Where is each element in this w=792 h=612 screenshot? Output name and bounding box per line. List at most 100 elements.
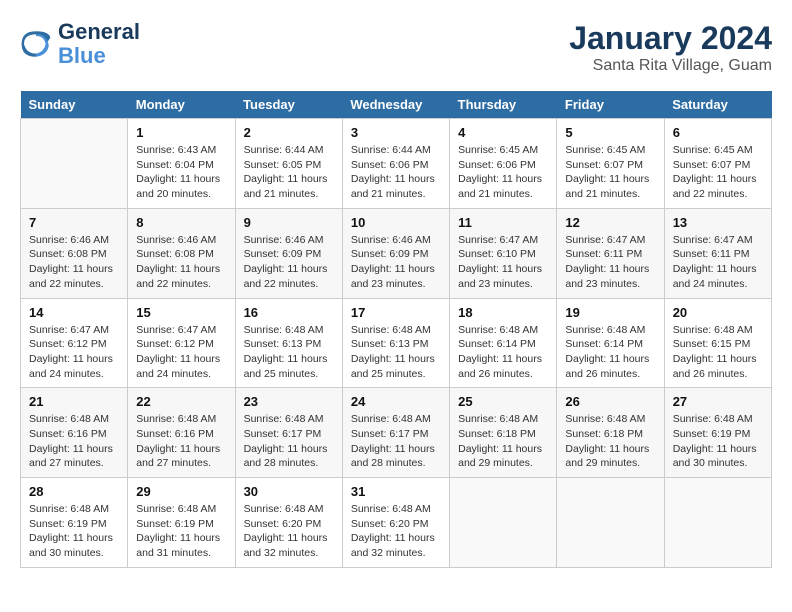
header-saturday: Saturday <box>664 91 771 119</box>
week-row-1: 7Sunrise: 6:46 AM Sunset: 6:08 PM Daylig… <box>21 208 772 298</box>
day-number: 8 <box>136 215 226 230</box>
calendar-cell <box>450 478 557 568</box>
calendar-cell <box>557 478 664 568</box>
week-row-2: 14 Sunrise: 6:47 AM Sunset: 6:12 PM Dayli… <box>21 298 772 388</box>
calendar-cell: 16 Sunrise: 6:48 AM Sunset: 6:13 PM Dayli… <box>235 298 342 388</box>
calendar-cell: 5Sunrise: 6:45 AM Sunset: 6:07 PM Daylig… <box>557 119 664 209</box>
calendar-cell: 28 Sunrise: 6:48 AM Sunset: 6:19 PM Dayli… <box>21 478 128 568</box>
calendar-cell: 27Sunrise: 6:48 AM Sunset: 6:19 PM Dayli… <box>664 388 771 478</box>
calendar-cell: 30 Sunrise: 6:48 AM Sunset: 6:20 PM Dayli… <box>235 478 342 568</box>
day-info: Sunrise: 6:48 AM Sunset: 6:16 PM Dayligh… <box>136 412 226 471</box>
calendar-cell: 17 Sunrise: 6:48 AM Sunset: 6:13 PM Dayli… <box>342 298 449 388</box>
day-number: 21 <box>29 394 119 409</box>
logo-text: General Blue <box>58 20 140 68</box>
day-info: Sunrise: 6:47 AM Sunset: 6:11 PM Dayligh… <box>673 233 763 292</box>
day-info: Sunrise: 6:44 AM Sunset: 6:05 PM Dayligh… <box>244 143 334 202</box>
day-number: 5 <box>565 125 655 140</box>
header-friday: Friday <box>557 91 664 119</box>
calendar-cell: 20 Sunrise: 6:48 AM Sunset: 6:15 PM Dayli… <box>664 298 771 388</box>
week-row-3: 21 Sunrise: 6:48 AM Sunset: 6:16 PM Dayli… <box>21 388 772 478</box>
day-number: 24 <box>351 394 441 409</box>
header-thursday: Thursday <box>450 91 557 119</box>
calendar-cell: 19Sunrise: 6:48 AM Sunset: 6:14 PM Dayli… <box>557 298 664 388</box>
calendar-cell: 7Sunrise: 6:46 AM Sunset: 6:08 PM Daylig… <box>21 208 128 298</box>
calendar-cell <box>664 478 771 568</box>
day-number: 26 <box>565 394 655 409</box>
day-number: 15 <box>136 305 226 320</box>
day-number: 12 <box>565 215 655 230</box>
calendar-cell: 8 Sunrise: 6:46 AM Sunset: 6:08 PM Daylig… <box>128 208 235 298</box>
calendar-cell: 21 Sunrise: 6:48 AM Sunset: 6:16 PM Dayli… <box>21 388 128 478</box>
day-info: Sunrise: 6:48 AM Sunset: 6:18 PM Dayligh… <box>565 412 655 471</box>
calendar-cell: 22Sunrise: 6:48 AM Sunset: 6:16 PM Dayli… <box>128 388 235 478</box>
day-info: Sunrise: 6:47 AM Sunset: 6:11 PM Dayligh… <box>565 233 655 292</box>
day-number: 27 <box>673 394 763 409</box>
calendar-cell: 26 Sunrise: 6:48 AM Sunset: 6:18 PM Dayli… <box>557 388 664 478</box>
calendar-cell: 12 Sunrise: 6:47 AM Sunset: 6:11 PM Dayli… <box>557 208 664 298</box>
day-info: Sunrise: 6:48 AM Sunset: 6:19 PM Dayligh… <box>29 502 119 561</box>
day-number: 18 <box>458 305 548 320</box>
day-number: 16 <box>244 305 334 320</box>
day-info: Sunrise: 6:48 AM Sunset: 6:20 PM Dayligh… <box>351 502 441 561</box>
day-info: Sunrise: 6:48 AM Sunset: 6:14 PM Dayligh… <box>458 323 548 382</box>
day-info: Sunrise: 6:46 AM Sunset: 6:08 PM Dayligh… <box>29 233 119 292</box>
day-number: 9 <box>244 215 334 230</box>
day-number: 14 <box>29 305 119 320</box>
day-info: Sunrise: 6:48 AM Sunset: 6:16 PM Dayligh… <box>29 412 119 471</box>
day-info: Sunrise: 6:47 AM Sunset: 6:12 PM Dayligh… <box>29 323 119 382</box>
day-info: Sunrise: 6:47 AM Sunset: 6:10 PM Dayligh… <box>458 233 548 292</box>
calendar-cell: 13Sunrise: 6:47 AM Sunset: 6:11 PM Dayli… <box>664 208 771 298</box>
calendar-subtitle: Santa Rita Village, Guam <box>569 57 772 75</box>
day-number: 30 <box>244 484 334 499</box>
calendar-cell: 3 Sunrise: 6:44 AM Sunset: 6:06 PM Daylig… <box>342 119 449 209</box>
logo-icon <box>20 28 52 60</box>
day-info: Sunrise: 6:48 AM Sunset: 6:15 PM Dayligh… <box>673 323 763 382</box>
day-info: Sunrise: 6:46 AM Sunset: 6:09 PM Dayligh… <box>351 233 441 292</box>
day-info: Sunrise: 6:48 AM Sunset: 6:19 PM Dayligh… <box>136 502 226 561</box>
day-number: 3 <box>351 125 441 140</box>
day-number: 31 <box>351 484 441 499</box>
calendar-cell: 25Sunrise: 6:48 AM Sunset: 6:18 PM Dayli… <box>450 388 557 478</box>
calendar-cell: 14 Sunrise: 6:47 AM Sunset: 6:12 PM Dayli… <box>21 298 128 388</box>
calendar-cell: 18 Sunrise: 6:48 AM Sunset: 6:14 PM Dayli… <box>450 298 557 388</box>
day-info: Sunrise: 6:47 AM Sunset: 6:12 PM Dayligh… <box>136 323 226 382</box>
calendar-title: January 2024 <box>569 20 772 57</box>
day-info: Sunrise: 6:48 AM Sunset: 6:13 PM Dayligh… <box>351 323 441 382</box>
day-info: Sunrise: 6:48 AM Sunset: 6:13 PM Dayligh… <box>244 323 334 382</box>
calendar-cell: 1 Sunrise: 6:43 AM Sunset: 6:04 PM Daylig… <box>128 119 235 209</box>
calendar-cell: 15 Sunrise: 6:47 AM Sunset: 6:12 PM Dayli… <box>128 298 235 388</box>
logo: General Blue <box>20 20 140 68</box>
day-info: Sunrise: 6:46 AM Sunset: 6:08 PM Dayligh… <box>136 233 226 292</box>
day-number: 28 <box>29 484 119 499</box>
day-info: Sunrise: 6:48 AM Sunset: 6:17 PM Dayligh… <box>244 412 334 471</box>
day-number: 23 <box>244 394 334 409</box>
day-info: Sunrise: 6:45 AM Sunset: 6:06 PM Dayligh… <box>458 143 548 202</box>
day-info: Sunrise: 6:48 AM Sunset: 6:14 PM Dayligh… <box>565 323 655 382</box>
day-info: Sunrise: 6:48 AM Sunset: 6:17 PM Dayligh… <box>351 412 441 471</box>
day-number: 1 <box>136 125 226 140</box>
week-row-0: 1 Sunrise: 6:43 AM Sunset: 6:04 PM Daylig… <box>21 119 772 209</box>
calendar-cell: 11 Sunrise: 6:47 AM Sunset: 6:10 PM Dayli… <box>450 208 557 298</box>
day-number: 25 <box>458 394 548 409</box>
calendar-cell: 2 Sunrise: 6:44 AM Sunset: 6:05 PM Daylig… <box>235 119 342 209</box>
calendar-cell: 31 Sunrise: 6:48 AM Sunset: 6:20 PM Dayli… <box>342 478 449 568</box>
calendar-cell <box>21 119 128 209</box>
calendar-cell: 29Sunrise: 6:48 AM Sunset: 6:19 PM Dayli… <box>128 478 235 568</box>
day-info: Sunrise: 6:43 AM Sunset: 6:04 PM Dayligh… <box>136 143 226 202</box>
calendar-cell: 24 Sunrise: 6:48 AM Sunset: 6:17 PM Dayli… <box>342 388 449 478</box>
header-wednesday: Wednesday <box>342 91 449 119</box>
calendar-cell: 4 Sunrise: 6:45 AM Sunset: 6:06 PM Daylig… <box>450 119 557 209</box>
day-info: Sunrise: 6:44 AM Sunset: 6:06 PM Dayligh… <box>351 143 441 202</box>
header-sunday: Sunday <box>21 91 128 119</box>
calendar-cell: 6Sunrise: 6:45 AM Sunset: 6:07 PM Daylig… <box>664 119 771 209</box>
day-number: 11 <box>458 215 548 230</box>
calendar-header-row: SundayMondayTuesdayWednesdayThursdayFrid… <box>21 91 772 119</box>
day-info: Sunrise: 6:46 AM Sunset: 6:09 PM Dayligh… <box>244 233 334 292</box>
day-number: 20 <box>673 305 763 320</box>
day-number: 17 <box>351 305 441 320</box>
day-info: Sunrise: 6:48 AM Sunset: 6:20 PM Dayligh… <box>244 502 334 561</box>
calendar-cell: 23 Sunrise: 6:48 AM Sunset: 6:17 PM Dayli… <box>235 388 342 478</box>
day-number: 10 <box>351 215 441 230</box>
day-number: 2 <box>244 125 334 140</box>
day-number: 4 <box>458 125 548 140</box>
